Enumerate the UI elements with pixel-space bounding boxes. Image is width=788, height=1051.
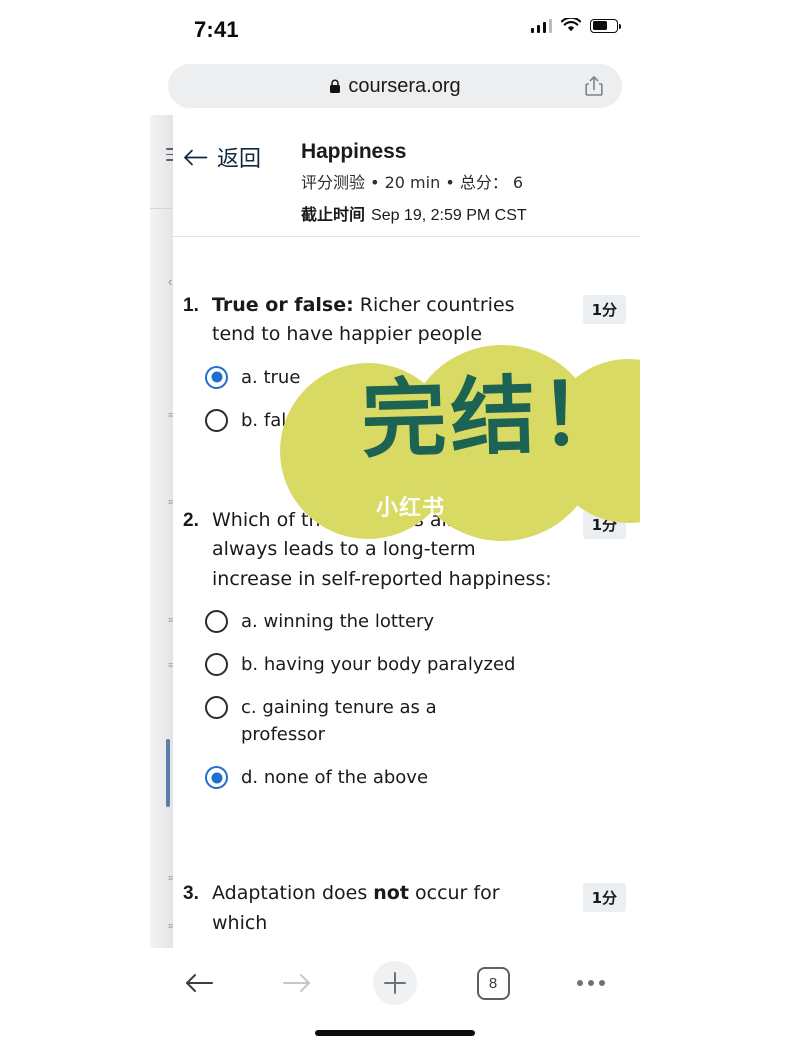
status-bar: 7:41: [150, 0, 640, 58]
plus-circle: [373, 961, 417, 1005]
quiz-header: 返回 Happiness 评分测验 • 20 min • 总分： 6 截止时间 S…: [173, 115, 640, 237]
more-icon: [577, 980, 605, 986]
new-tab-button[interactable]: [346, 952, 444, 1014]
tab-switcher-button[interactable]: 8: [444, 952, 542, 1014]
radio-button[interactable]: [205, 696, 228, 720]
option-label: b. false: [241, 409, 307, 431]
question-list: 1分 1. True or false: Richer countries te…: [173, 237, 640, 938]
question-head: 3. Adaptation does not occur for which: [183, 879, 618, 938]
browser-toolbar: 8: [150, 952, 640, 1014]
cellular-signal-icon: [530, 18, 552, 33]
url-inner: coursera.org: [329, 74, 461, 98]
battery-icon: [590, 18, 621, 33]
option-list: a. winning the lottery b. having your bo…: [183, 608, 618, 791]
option-label: c. gaining tenure as a professor: [241, 697, 437, 746]
question-prompt-bold: True or false:: [212, 294, 354, 316]
radio-button-selected[interactable]: [205, 365, 228, 389]
home-indicator: [315, 1030, 475, 1036]
radio-button[interactable]: [205, 408, 228, 432]
option-label: b. having your body paralyzed: [241, 654, 516, 676]
status-icons: [530, 18, 621, 33]
option-row[interactable]: a. winning the lottery: [205, 608, 618, 635]
url-text: coursera.org: [348, 74, 461, 97]
question-prompt: Which of these events almost always lead…: [212, 508, 552, 590]
question-item: 1分 3. Adaptation does not occur for whic…: [173, 807, 640, 938]
radio-button[interactable]: [205, 610, 228, 634]
share-icon[interactable]: [582, 74, 606, 98]
option-row[interactable]: b. having your body paralyzed: [205, 651, 618, 678]
question-prompt: Adaptation does not occur for which: [212, 879, 556, 938]
question-item: 1分 2. Which of these events almost alway…: [173, 450, 640, 791]
question-head: 2. Which of these events almost always l…: [183, 506, 618, 594]
phone-screenshot: 7:41 coursera.org ‹ ≡ ≡ ≡ ≡ ≡ ≡ 返回 Happi…: [150, 0, 640, 1051]
wifi-icon: [561, 18, 581, 32]
lock-icon: [330, 79, 341, 93]
question-prompt-prefix: Adaptation does: [212, 882, 374, 905]
question-prompt: True or false: Richer countries tend to …: [212, 291, 556, 350]
question-prompt-bold: not: [373, 882, 409, 905]
quiz-subtitle: 评分测验 • 20 min • 总分： 6: [301, 173, 524, 192]
quiz-due-value: Sep 19, 2:59 PM CST: [371, 207, 527, 224]
browser-forward-button[interactable]: [248, 952, 346, 1014]
arrow-left-icon: [186, 974, 213, 992]
quiz-due-label: 截止时间: [301, 205, 366, 224]
question-number: 3.: [183, 883, 199, 905]
status-time: 7:41: [194, 17, 239, 42]
question-points-badge: 1分: [582, 509, 626, 539]
quiz-meta: Happiness 评分测验 • 20 min • 总分： 6 截止时间 Sep …: [301, 140, 631, 225]
more-options-button[interactable]: [542, 952, 640, 1014]
option-row[interactable]: a. true: [205, 364, 618, 391]
option-label: a. winning the lottery: [241, 611, 435, 633]
arrow-right-icon: [283, 974, 310, 992]
question-points-badge: 1分: [582, 883, 626, 913]
question-number: 2.: [183, 509, 199, 531]
address-bar[interactable]: coursera.org: [168, 64, 622, 108]
option-row[interactable]: b. false: [205, 407, 618, 434]
chevron-left-icon[interactable]: ‹: [168, 275, 172, 288]
browser-back-button[interactable]: [150, 952, 248, 1014]
option-list: a. true b. false: [183, 364, 618, 434]
radio-button-selected[interactable]: [205, 766, 228, 790]
page-title: Happiness: [301, 140, 407, 163]
option-row[interactable]: d. none of the above: [205, 764, 618, 791]
option-label: a. true: [241, 366, 301, 388]
option-row[interactable]: c. gaining tenure as a professor: [205, 694, 440, 748]
question-head: 1. True or false: Richer countries tend …: [183, 291, 618, 350]
quiz-page: 返回 Happiness 评分测验 • 20 min • 总分： 6 截止时间 S…: [173, 115, 640, 948]
back-to-course-link[interactable]: 返回: [183, 141, 261, 173]
question-points-badge: 1分: [582, 295, 626, 324]
option-label: d. none of the above: [241, 767, 429, 789]
radio-button[interactable]: [205, 653, 228, 677]
quiz-due: 截止时间 Sep 19, 2:59 PM CST: [301, 201, 631, 225]
question-number: 1.: [183, 295, 199, 316]
tab-count-badge: 8: [476, 966, 510, 1000]
plus-icon: [384, 972, 406, 994]
back-label: 返回: [217, 147, 262, 172]
arrow-left-icon: [184, 149, 208, 165]
question-item: 1分 1. True or false: Richer countries te…: [173, 237, 640, 434]
sidebar-active-indicator: [166, 739, 170, 807]
